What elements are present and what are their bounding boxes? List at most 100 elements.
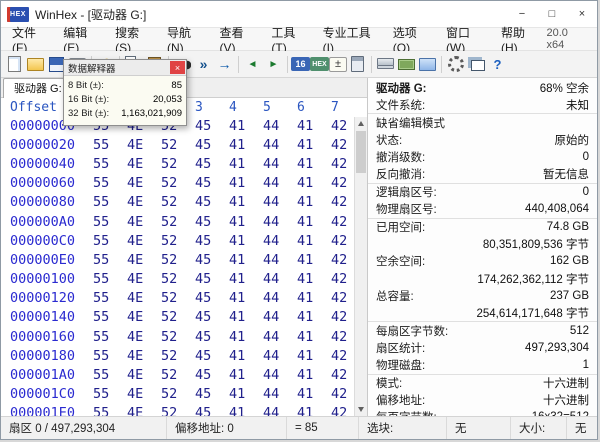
open-disk-icon[interactable] xyxy=(375,54,396,75)
menu-item-search[interactable]: 搜索(S) xyxy=(108,28,160,50)
hex-byte[interactable]: 42 xyxy=(331,405,354,416)
hex-byte[interactable]: 41 xyxy=(229,252,263,268)
hex-byte[interactable]: 41 xyxy=(297,290,331,306)
close-icon[interactable]: × xyxy=(170,61,185,74)
hex-row[interactable]: 000001C0554E524541444142 xyxy=(1,385,354,404)
hex-byte[interactable]: 44 xyxy=(263,329,297,345)
hex-byte[interactable]: 41 xyxy=(229,137,263,153)
hex-byte[interactable]: 55 xyxy=(93,329,127,345)
hex-row[interactable]: 000000A0554E524541444142 xyxy=(1,212,354,231)
hex-byte[interactable]: 41 xyxy=(297,309,331,325)
hex-byte[interactable]: 52 xyxy=(161,329,195,345)
hex-byte[interactable]: 44 xyxy=(263,290,297,306)
hex-byte[interactable]: 42 xyxy=(331,175,354,191)
data-interpreter-icon[interactable]: ± xyxy=(329,57,347,72)
hex-byte[interactable]: 41 xyxy=(297,348,331,364)
hex-byte[interactable]: 52 xyxy=(161,137,195,153)
goto-offset-icon[interactable]: → xyxy=(214,54,235,75)
open-folder-icon[interactable] xyxy=(25,54,46,75)
hex-byte[interactable]: 41 xyxy=(297,405,331,416)
hex-byte[interactable]: 4E xyxy=(127,137,161,153)
close-button[interactable]: × xyxy=(567,1,597,27)
help-icon[interactable]: ? xyxy=(487,54,508,75)
hex-byte[interactable]: 45 xyxy=(195,329,229,345)
hex-byte[interactable]: 55 xyxy=(93,348,127,364)
hex-row[interactable]: 00000020554E524541444142 xyxy=(1,135,354,154)
new-window-icon[interactable] xyxy=(466,54,487,75)
hex-byte[interactable]: 42 xyxy=(331,271,354,287)
hex-byte[interactable]: 44 xyxy=(263,118,297,134)
hex-byte[interactable]: 41 xyxy=(229,367,263,383)
hex-row[interactable]: 00000140554E524541444142 xyxy=(1,308,354,327)
hex-byte[interactable]: 52 xyxy=(161,175,195,191)
hex-byte[interactable]: 41 xyxy=(229,405,263,416)
hex-byte[interactable]: 45 xyxy=(195,175,229,191)
hex-byte[interactable]: 52 xyxy=(161,233,195,249)
menu-item-edit[interactable]: 编辑(E) xyxy=(56,28,108,50)
hex-byte[interactable]: 4E xyxy=(127,329,161,345)
hex-byte[interactable]: 42 xyxy=(331,309,354,325)
hex-byte[interactable]: 44 xyxy=(263,309,297,325)
hex-byte[interactable]: 44 xyxy=(263,367,297,383)
hex-byte[interactable]: 41 xyxy=(229,194,263,210)
hex-byte[interactable]: 45 xyxy=(195,386,229,402)
hex-byte[interactable]: 41 xyxy=(229,348,263,364)
back-icon[interactable]: ◄ xyxy=(242,54,263,75)
hex-byte[interactable]: 45 xyxy=(195,405,229,416)
hex-ansi-icon[interactable]: HEX xyxy=(310,57,329,71)
hex-byte[interactable]: 44 xyxy=(263,233,297,249)
hex-byte[interactable]: 42 xyxy=(331,367,354,383)
hex-row[interactable]: 00000160554E524541444142 xyxy=(1,327,354,346)
hex-byte[interactable]: 52 xyxy=(161,156,195,172)
hex-byte[interactable]: 41 xyxy=(229,386,263,402)
hex-byte[interactable]: 42 xyxy=(331,329,354,345)
hex-row[interactable]: 00000100554E524541444142 xyxy=(1,270,354,289)
hex-byte[interactable]: 42 xyxy=(331,118,354,134)
hex-byte[interactable]: 41 xyxy=(297,329,331,345)
hex-byte[interactable]: 4E xyxy=(127,367,161,383)
hex-byte[interactable]: 52 xyxy=(161,405,195,416)
hex-row[interactable]: 00000080554E524541444142 xyxy=(1,193,354,212)
hex-byte[interactable]: 55 xyxy=(93,175,127,191)
new-file-icon[interactable] xyxy=(4,54,25,75)
hex-byte[interactable]: 45 xyxy=(195,271,229,287)
hex-row[interactable]: 00000120554E524541444142 xyxy=(1,289,354,308)
menu-item-specialist[interactable]: 专业工具(I) xyxy=(316,28,386,50)
directory-browser-icon[interactable] xyxy=(417,54,438,75)
scrollbar-thumb[interactable] xyxy=(356,131,366,173)
menu-item-file[interactable]: 文件(F) xyxy=(5,28,56,50)
hex-byte[interactable]: 42 xyxy=(331,214,354,230)
hex-byte[interactable]: 55 xyxy=(93,309,127,325)
hex-row[interactable]: 00000060554E524541444142 xyxy=(1,174,354,193)
menu-item-help[interactable]: 帮助(H) xyxy=(494,28,547,50)
hex-byte[interactable]: 4E xyxy=(127,233,161,249)
hex-byte[interactable]: 44 xyxy=(263,405,297,416)
hex-byte[interactable]: 41 xyxy=(297,252,331,268)
hex-byte[interactable]: 41 xyxy=(229,290,263,306)
hex-byte[interactable]: 55 xyxy=(93,194,127,210)
hex-byte[interactable]: 4E xyxy=(127,405,161,416)
vertical-scrollbar[interactable] xyxy=(354,117,367,416)
hex-byte[interactable]: 45 xyxy=(195,290,229,306)
hex-byte[interactable]: 55 xyxy=(93,252,127,268)
menu-item-view[interactable]: 查看(V) xyxy=(213,28,265,50)
hex-byte[interactable]: 45 xyxy=(195,367,229,383)
hex-row[interactable]: 000001A0554E524541444142 xyxy=(1,365,354,384)
hex-byte[interactable]: 4E xyxy=(127,271,161,287)
hex-byte[interactable]: 45 xyxy=(195,156,229,172)
hex-byte[interactable]: 4E xyxy=(127,309,161,325)
data-interpreter-titlebar[interactable]: 数据解释器 × xyxy=(64,60,186,76)
hex-byte[interactable]: 44 xyxy=(263,156,297,172)
hex-byte[interactable]: 44 xyxy=(263,348,297,364)
calculator-icon[interactable] xyxy=(347,54,368,75)
hex-byte[interactable]: 41 xyxy=(229,118,263,134)
hex-byte[interactable]: 42 xyxy=(331,386,354,402)
hex-byte[interactable]: 44 xyxy=(263,271,297,287)
hex-byte[interactable]: 41 xyxy=(229,271,263,287)
hex-byte[interactable]: 4E xyxy=(127,194,161,210)
hex-row[interactable]: 000000C0554E524541444142 xyxy=(1,231,354,250)
menu-item-window[interactable]: 窗口(W) xyxy=(439,28,494,50)
hex-byte[interactable]: 45 xyxy=(195,118,229,134)
menu-item-tools[interactable]: 工具(T) xyxy=(264,28,315,50)
hex-byte[interactable]: 41 xyxy=(297,386,331,402)
